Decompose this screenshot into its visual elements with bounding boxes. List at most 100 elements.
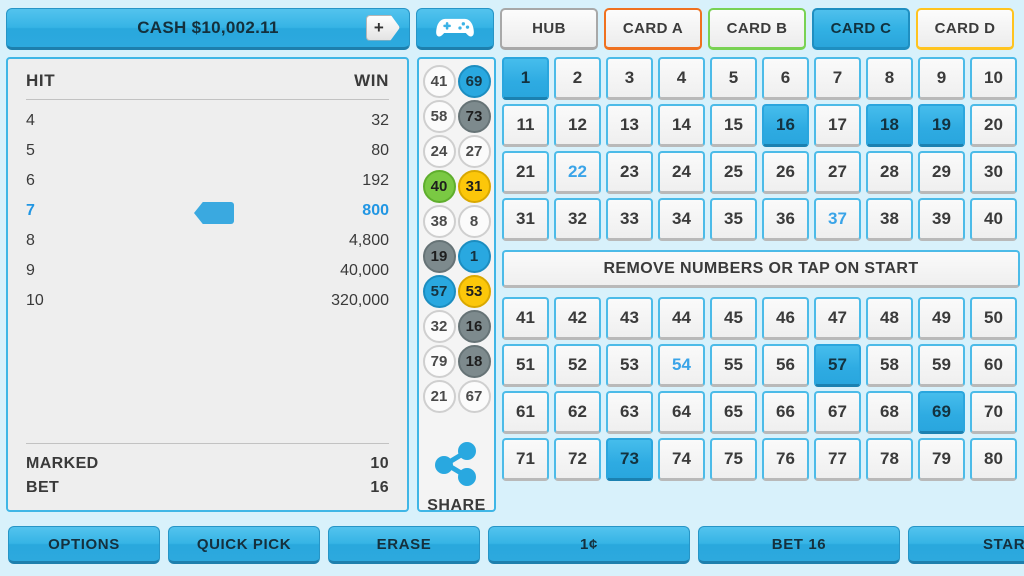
number-cell-16[interactable]: 16 — [762, 104, 809, 147]
number-cell-75[interactable]: 75 — [710, 438, 757, 481]
number-cell-8[interactable]: 8 — [866, 57, 913, 100]
number-cell-78[interactable]: 78 — [866, 438, 913, 481]
number-cell-21[interactable]: 21 — [502, 151, 549, 194]
number-cell-71[interactable]: 71 — [502, 438, 549, 481]
number-cell-46[interactable]: 46 — [762, 297, 809, 340]
number-cell-63[interactable]: 63 — [606, 391, 653, 434]
number-cell-29[interactable]: 29 — [918, 151, 965, 194]
number-cell-68[interactable]: 68 — [866, 391, 913, 434]
plus-icon[interactable]: + — [366, 14, 400, 41]
number-cell-35[interactable]: 35 — [710, 198, 757, 241]
number-cell-56[interactable]: 56 — [762, 344, 809, 387]
number-cell-7[interactable]: 7 — [814, 57, 861, 100]
erase-button[interactable]: ERASE — [328, 526, 480, 564]
number-cell-3[interactable]: 3 — [606, 57, 653, 100]
number-cell-25[interactable]: 25 — [710, 151, 757, 194]
number-cell-40[interactable]: 40 — [970, 198, 1017, 241]
number-cell-72[interactable]: 72 — [554, 438, 601, 481]
number-cell-14[interactable]: 14 — [658, 104, 705, 147]
tab-card-c[interactable]: CARD C — [812, 7, 910, 50]
number-cell-32[interactable]: 32 — [554, 198, 601, 241]
number-cell-79[interactable]: 79 — [918, 438, 965, 481]
tab-hub[interactable]: HUB — [500, 7, 598, 50]
number-cell-45[interactable]: 45 — [710, 297, 757, 340]
number-cell-13[interactable]: 13 — [606, 104, 653, 147]
cash-balance-button[interactable]: CASH $10,002.11 + — [6, 7, 410, 50]
number-cell-20[interactable]: 20 — [970, 104, 1017, 147]
number-cell-43[interactable]: 43 — [606, 297, 653, 340]
number-cell-5[interactable]: 5 — [710, 57, 757, 100]
number-cell-53[interactable]: 53 — [606, 344, 653, 387]
number-cell-65[interactable]: 65 — [710, 391, 757, 434]
tab-card-b[interactable]: CARD B — [708, 7, 806, 50]
number-cell-34[interactable]: 34 — [658, 198, 705, 241]
number-cell-57[interactable]: 57 — [814, 344, 861, 387]
number-cell-70[interactable]: 70 — [970, 391, 1017, 434]
number-cell-74[interactable]: 74 — [658, 438, 705, 481]
number-cell-38[interactable]: 38 — [866, 198, 913, 241]
number-cell-47[interactable]: 47 — [814, 297, 861, 340]
number-cell-15[interactable]: 15 — [710, 104, 757, 147]
number-cell-80[interactable]: 80 — [970, 438, 1017, 481]
number-cell-30[interactable]: 30 — [970, 151, 1017, 194]
number-cell-59[interactable]: 59 — [918, 344, 965, 387]
number-cell-50[interactable]: 50 — [970, 297, 1017, 340]
number-cell-49[interactable]: 49 — [918, 297, 965, 340]
number-cell-77[interactable]: 77 — [814, 438, 861, 481]
number-cell-2[interactable]: 2 — [554, 57, 601, 100]
start-button[interactable]: START — [908, 526, 1024, 564]
tab-card-d[interactable]: CARD D — [916, 7, 1014, 50]
number-cell-54[interactable]: 54 — [658, 344, 705, 387]
number-cell-4[interactable]: 4 — [658, 57, 705, 100]
number-cell-73[interactable]: 73 — [606, 438, 653, 481]
number-cell-27[interactable]: 27 — [814, 151, 861, 194]
quick-pick-button[interactable]: QUICK PICK — [168, 526, 320, 564]
number-cell-67[interactable]: 67 — [814, 391, 861, 434]
number-cell-6[interactable]: 6 — [762, 57, 809, 100]
number-cell-23[interactable]: 23 — [606, 151, 653, 194]
number-cell-12[interactable]: 12 — [554, 104, 601, 147]
number-cell-64[interactable]: 64 — [658, 391, 705, 434]
tab-card-a[interactable]: CARD A — [604, 7, 702, 50]
number-cell-60[interactable]: 60 — [970, 344, 1017, 387]
number-cell-41[interactable]: 41 — [502, 297, 549, 340]
board-message[interactable]: REMOVE NUMBERS OR TAP ON START — [502, 250, 1020, 288]
number-cell-26[interactable]: 26 — [762, 151, 809, 194]
number-cell-61[interactable]: 61 — [502, 391, 549, 434]
number-cell-42[interactable]: 42 — [554, 297, 601, 340]
number-cell-66[interactable]: 66 — [762, 391, 809, 434]
number-cell-11[interactable]: 11 — [502, 104, 549, 147]
number-cell-44[interactable]: 44 — [658, 297, 705, 340]
options-button[interactable]: OPTIONS — [8, 526, 160, 564]
paytable-hit: 4 — [26, 112, 35, 129]
number-cell-18[interactable]: 18 — [866, 104, 913, 147]
number-cell-39[interactable]: 39 — [918, 198, 965, 241]
number-cell-1[interactable]: 1 — [502, 57, 549, 100]
number-cell-58[interactable]: 58 — [866, 344, 913, 387]
number-cell-55[interactable]: 55 — [710, 344, 757, 387]
number-cell-19[interactable]: 19 — [918, 104, 965, 147]
drawn-ball: 27 — [457, 135, 491, 168]
number-cell-62[interactable]: 62 — [554, 391, 601, 434]
drawn-ball: 53 — [457, 275, 491, 308]
number-cell-48[interactable]: 48 — [866, 297, 913, 340]
number-cell-17[interactable]: 17 — [814, 104, 861, 147]
gamepad-button[interactable] — [416, 7, 494, 50]
number-cell-37[interactable]: 37 — [814, 198, 861, 241]
number-cell-9[interactable]: 9 — [918, 57, 965, 100]
share-button[interactable]: SHARE — [427, 441, 486, 515]
number-cell-24[interactable]: 24 — [658, 151, 705, 194]
number-cell-51[interactable]: 51 — [502, 344, 549, 387]
number-cell-36[interactable]: 36 — [762, 198, 809, 241]
number-cell-10[interactable]: 10 — [970, 57, 1017, 100]
number-cell-52[interactable]: 52 — [554, 344, 601, 387]
number-cell-31[interactable]: 31 — [502, 198, 549, 241]
number-cell-69[interactable]: 69 — [918, 391, 965, 434]
number-board: 1 2 3 4 5 6 7 8 9 10 11 12 13 14 15 16 17 18 19 20 21 22 23 24 2… — [502, 57, 1020, 512]
number-cell-28[interactable]: 28 — [866, 151, 913, 194]
number-cell-33[interactable]: 33 — [606, 198, 653, 241]
number-cell-76[interactable]: 76 — [762, 438, 809, 481]
number-cell-22[interactable]: 22 — [554, 151, 601, 194]
bet-amount-button[interactable]: BET 16 — [698, 526, 900, 564]
denomination-button[interactable]: 1¢ — [488, 526, 690, 564]
